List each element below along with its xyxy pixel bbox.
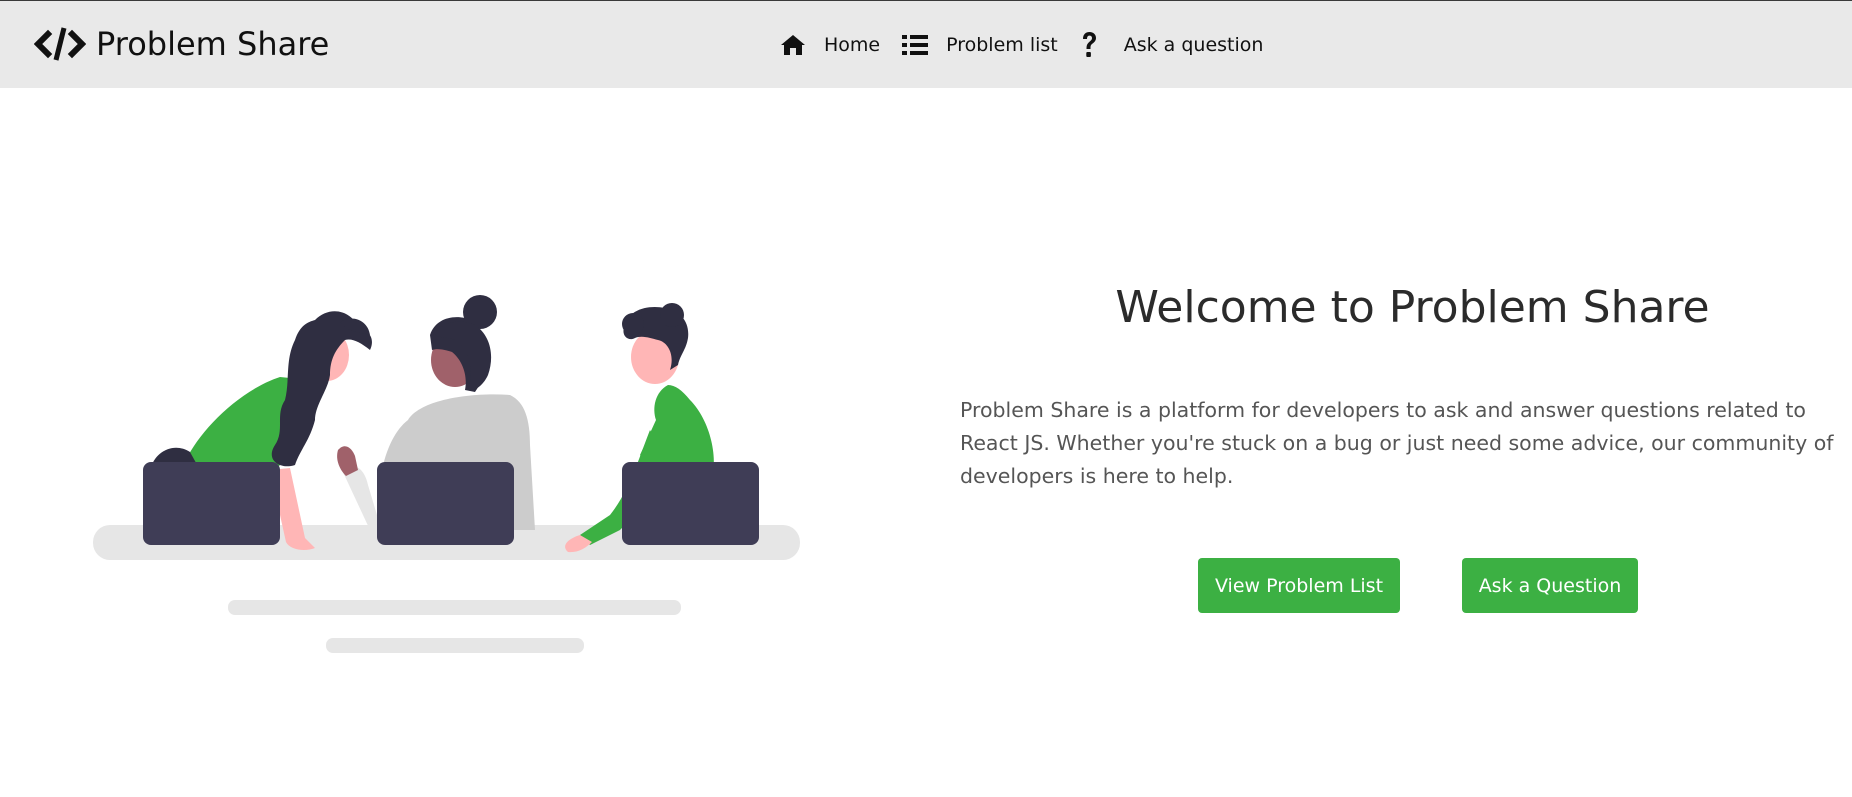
team-illustration [93,295,800,653]
hero-title: Welcome to Problem Share [1115,282,1710,333]
brand-link[interactable]: Problem Share [34,19,329,69]
code-slash-icon [34,27,86,61]
list-icon [902,35,929,55]
question-icon [1082,32,1096,57]
nav-label-problem-list: Problem list [946,34,1058,56]
main-nav: Home Problem list Ask a question [780,27,1285,63]
home-icon [781,35,805,55]
ask-question-button[interactable]: Ask a Question [1462,558,1638,613]
laptop-right [622,462,759,545]
illustration-line-2 [326,638,584,653]
nav-item-ask-question[interactable]: Ask a question [1080,31,1264,59]
view-problem-list-button[interactable]: View Problem List [1198,558,1400,613]
nav-item-problem-list[interactable]: Problem list [902,34,1058,56]
nav-label-home: Home [824,34,881,56]
nav-label-ask-question: Ask a question [1123,34,1264,56]
top-navbar: Problem Share Home Problem list Ask a qu… [0,0,1852,88]
illustration-line-1 [228,600,681,615]
laptop-middle [377,462,514,545]
brand-name: Problem Share [96,25,330,63]
hero-description: Problem Share is a platform for develope… [960,398,1834,488]
nav-item-home[interactable]: Home [780,33,880,57]
laptop-left [143,462,280,545]
